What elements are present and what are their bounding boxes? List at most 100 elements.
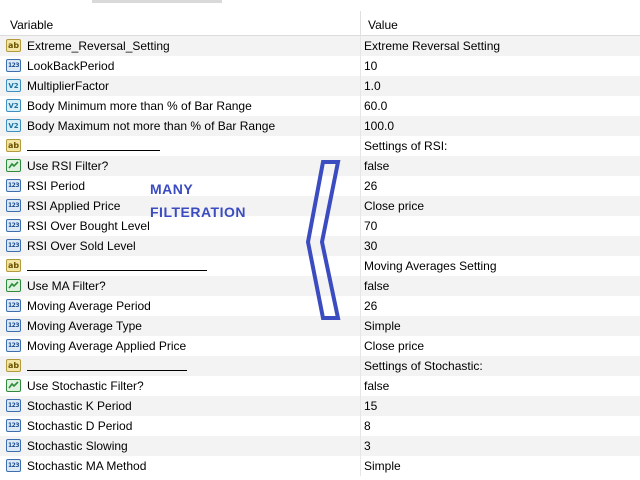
ab-icon: ab bbox=[6, 359, 21, 372]
variable-name: Stochastic K Period bbox=[27, 399, 132, 413]
header-column-divider[interactable] bbox=[360, 11, 361, 36]
column-divider bbox=[360, 96, 361, 116]
variable-value[interactable]: 8 bbox=[364, 419, 371, 433]
variable-name: ____________________ bbox=[27, 136, 161, 151]
double-icon: V2 bbox=[6, 79, 21, 92]
variable-value[interactable]: 30 bbox=[364, 239, 377, 253]
table-row[interactable]: 123 Moving Average Type Simple bbox=[0, 316, 640, 336]
column-divider bbox=[360, 76, 361, 96]
column-divider bbox=[360, 376, 361, 396]
table-row[interactable]: 123 RSI Period 26 bbox=[0, 176, 640, 196]
variable-name: ___________________________ bbox=[27, 256, 208, 271]
variable-value[interactable]: Settings of RSI: bbox=[364, 139, 447, 153]
header-value[interactable]: Value bbox=[368, 18, 398, 32]
column-divider bbox=[360, 176, 361, 196]
variable-name: Extreme_Reversal_Setting bbox=[27, 39, 170, 53]
ab-icon: ab bbox=[6, 259, 21, 272]
variable-name: Moving Average Period bbox=[27, 299, 151, 313]
table-row[interactable]: 123 RSI Over Sold Level 30 bbox=[0, 236, 640, 256]
column-divider bbox=[360, 216, 361, 236]
double-icon: V2 bbox=[6, 99, 21, 112]
table-row[interactable]: 123 Stochastic K Period 15 bbox=[0, 396, 640, 416]
column-divider bbox=[360, 316, 361, 336]
table-row[interactable]: 123 RSI Over Bought Level 70 bbox=[0, 216, 640, 236]
table-row[interactable]: 123 Stochastic Slowing 3 bbox=[0, 436, 640, 456]
integer-icon: 123 bbox=[6, 199, 21, 212]
integer-icon: 123 bbox=[6, 179, 21, 192]
integer-icon: 123 bbox=[6, 239, 21, 252]
variable-name: Use MA Filter? bbox=[27, 279, 106, 293]
column-divider bbox=[360, 456, 361, 476]
table-row[interactable]: V2 Body Maximum not more than % of Bar Ra… bbox=[0, 116, 640, 136]
variable-value[interactable]: 1.0 bbox=[364, 79, 381, 93]
variable-value[interactable]: 3 bbox=[364, 439, 371, 453]
variable-name: ________________________ bbox=[27, 356, 188, 371]
variable-value[interactable]: Simple bbox=[364, 319, 401, 333]
column-divider bbox=[360, 276, 361, 296]
variable-value[interactable]: Close price bbox=[364, 339, 424, 353]
table-row[interactable]: 123 Moving Average Period 26 bbox=[0, 296, 640, 316]
variable-name: MultiplierFactor bbox=[27, 79, 110, 93]
variable-name: Moving Average Type bbox=[27, 319, 142, 333]
variable-name: LookBackPeriod bbox=[27, 59, 115, 73]
integer-icon: 123 bbox=[6, 219, 21, 232]
variable-name: RSI Applied Price bbox=[27, 199, 121, 213]
table-row[interactable]: ab ____________________ Settings of RSI: bbox=[0, 136, 640, 156]
variable-value[interactable]: 10 bbox=[364, 59, 377, 73]
column-divider bbox=[360, 296, 361, 316]
variable-value[interactable]: Settings of Stochastic: bbox=[364, 359, 483, 373]
variable-value[interactable]: Moving Averages Setting bbox=[364, 259, 497, 273]
integer-icon: 123 bbox=[6, 59, 21, 72]
variable-name: RSI Period bbox=[27, 179, 86, 193]
table-row[interactable]: ab Extreme_Reversal_Setting Extreme Revers… bbox=[0, 36, 640, 56]
variable-name: RSI Over Bought Level bbox=[27, 219, 150, 233]
table-row[interactable]: 123 Stochastic MA Method Simple bbox=[0, 456, 640, 476]
integer-icon: 123 bbox=[6, 439, 21, 452]
variable-value[interactable]: Close price bbox=[364, 199, 424, 213]
column-divider bbox=[360, 436, 361, 456]
variable-name: Body Minimum more than % of Bar Range bbox=[27, 99, 252, 113]
ab-icon: ab bbox=[6, 39, 21, 52]
table-row[interactable]: 123 LookBackPeriod 10 bbox=[0, 56, 640, 76]
variable-name: Stochastic MA Method bbox=[27, 459, 147, 473]
variable-value[interactable]: 60.0 bbox=[364, 99, 387, 113]
variable-value[interactable]: false bbox=[364, 159, 389, 173]
table-row[interactable]: ab ________________________ Settings of St… bbox=[0, 356, 640, 376]
integer-icon: 123 bbox=[6, 339, 21, 352]
table-row[interactable]: Use RSI Filter? false bbox=[0, 156, 640, 176]
table-header: Variable Value bbox=[0, 3, 640, 36]
variable-value[interactable]: Extreme Reversal Setting bbox=[364, 39, 500, 53]
double-icon: V2 bbox=[6, 119, 21, 132]
variable-value[interactable]: 26 bbox=[364, 299, 377, 313]
column-divider bbox=[360, 336, 361, 356]
variable-value[interactable]: false bbox=[364, 279, 389, 293]
bool-icon bbox=[6, 279, 21, 292]
bool-icon bbox=[6, 379, 21, 392]
integer-icon: 123 bbox=[6, 459, 21, 472]
table-row[interactable]: V2 MultiplierFactor 1.0 bbox=[0, 76, 640, 96]
integer-icon: 123 bbox=[6, 319, 21, 332]
table-row[interactable]: 123 RSI Applied Price Close price bbox=[0, 196, 640, 216]
variable-name: Body Maximum not more than % of Bar Rang… bbox=[27, 119, 276, 133]
table-row[interactable]: 123 Moving Average Applied Price Close pri… bbox=[0, 336, 640, 356]
variable-value[interactable]: Simple bbox=[364, 459, 401, 473]
variable-value[interactable]: 26 bbox=[364, 179, 377, 193]
integer-icon: 123 bbox=[6, 419, 21, 432]
table-row[interactable]: 123 Stochastic D Period 8 bbox=[0, 416, 640, 436]
variable-name: Stochastic Slowing bbox=[27, 439, 128, 453]
column-divider bbox=[360, 396, 361, 416]
column-divider bbox=[360, 156, 361, 176]
variable-value[interactable]: false bbox=[364, 379, 389, 393]
table-row[interactable]: ab ___________________________ Moving Aver… bbox=[0, 256, 640, 276]
table-row[interactable]: Use Stochastic Filter? false bbox=[0, 376, 640, 396]
table-row[interactable]: Use MA Filter? false bbox=[0, 276, 640, 296]
variable-value[interactable]: 100.0 bbox=[364, 119, 394, 133]
column-divider bbox=[360, 236, 361, 256]
ab-icon: ab bbox=[6, 139, 21, 152]
table-row[interactable]: V2 Body Minimum more than % of Bar Range 6… bbox=[0, 96, 640, 116]
variable-name: Use RSI Filter? bbox=[27, 159, 109, 173]
column-divider bbox=[360, 196, 361, 216]
variable-value[interactable]: 70 bbox=[364, 219, 377, 233]
variable-value[interactable]: 15 bbox=[364, 399, 377, 413]
header-variable[interactable]: Variable bbox=[10, 18, 53, 32]
